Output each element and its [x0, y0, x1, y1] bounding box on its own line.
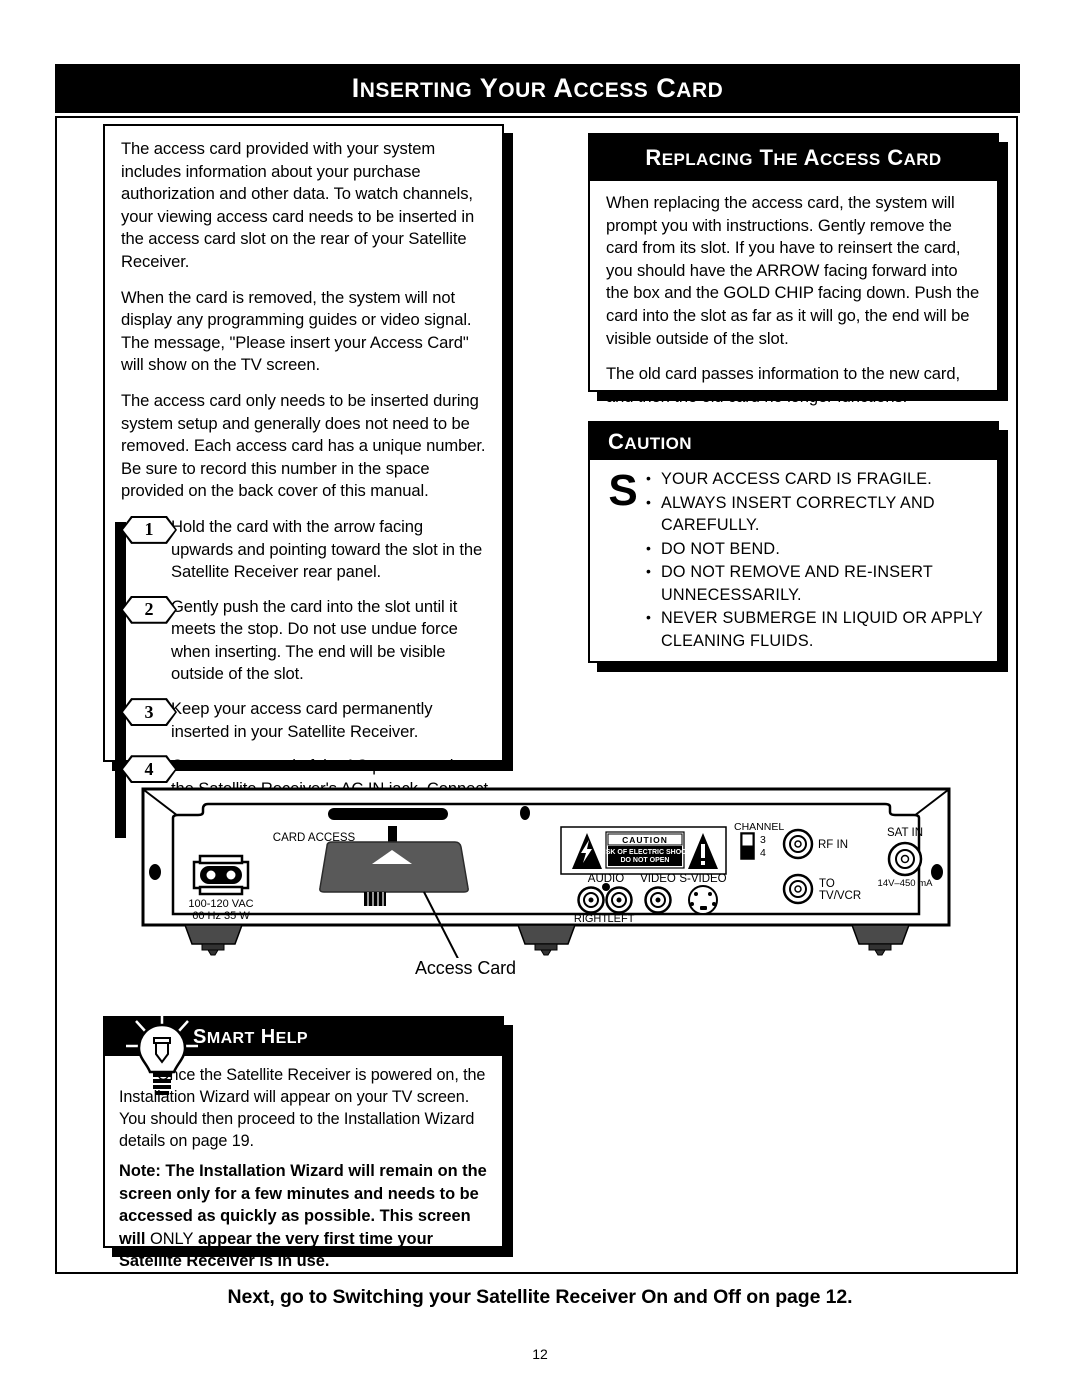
s-video-label: S-VIDEO	[679, 873, 726, 885]
right-label: RIGHT	[574, 913, 609, 925]
replacing-body: When replacing the access card, the syst…	[590, 181, 997, 427]
receiver-rear-panel-diagram: 100-120 VAC 60 Hz 35 W CARD ACCESS CAUTI…	[141, 787, 951, 958]
step-number: 4	[123, 757, 175, 782]
step-text: Keep your access card permanently insert…	[171, 699, 433, 741]
step-number: 3	[123, 700, 175, 725]
replacing-paragraph-1: When replacing the access card, the syst…	[606, 193, 980, 348]
step-text: Gently push the card into the slot until…	[171, 596, 458, 684]
left-content-box: The access card provided with your syste…	[103, 124, 504, 843]
caution-symbol-icon: S	[608, 466, 638, 515]
receiver-foot-icon	[516, 924, 577, 956]
to-tv-vcr-line2: TV/VCR	[819, 890, 861, 902]
audio-right-jack	[577, 886, 605, 914]
intro-paragraph-3: The access card only needs to be inserte…	[121, 390, 486, 501]
receiver-caution-line2: DO NOT OPEN	[620, 857, 669, 864]
receiver-caution-line1: RISK OF ELECTRIC SHOCK	[599, 849, 692, 856]
power-rating-line1: 100-120 VAC	[188, 898, 253, 910]
caution-item: DO NOT BEND.	[646, 537, 987, 561]
receiver-foot-icon	[850, 924, 911, 956]
s-video-jack	[688, 885, 718, 915]
caution-heading: CAUTION	[608, 428, 692, 454]
footer-next-step-note: Next, go to Switching your Satellite Rec…	[227, 1286, 853, 1308]
caution-item: ALWAYS INSERT CORRECTLY AND CAREFULLY.	[646, 491, 987, 537]
caution-item: DO NOT REMOVE AND RE-INSERT UNNECESSARIL…	[646, 560, 987, 606]
sat-in-rating: 14V–450 mA	[878, 878, 934, 889]
page-title-banner: INSERTING YOUR ACCESS CARD	[55, 64, 1020, 113]
channel-option-4: 4	[760, 847, 766, 859]
intro-paragraph-2: When the card is removed, the system wil…	[121, 287, 472, 375]
rf-in-label: RF IN	[818, 839, 848, 851]
intro-paragraph-1: The access card provided with your syste…	[121, 139, 475, 271]
smart-help-box: SMART HELP Once the Satellite Receiver i…	[103, 1012, 504, 1270]
caution-item: YOUR ACCESS CARD IS FRAGILE.	[646, 467, 987, 491]
smart-help-heading: SMART HELP	[193, 1025, 308, 1048]
step-item: 2 Gently push the card into the slot unt…	[121, 595, 488, 686]
channel-option-3: 3	[760, 834, 766, 846]
video-label: VIDEO	[640, 873, 676, 885]
access-card-graphic	[319, 841, 469, 893]
access-card-callout-label: Access Card	[415, 958, 516, 978]
lightbulb-icon	[126, 1012, 198, 1095]
audio-indicator-dot-icon	[602, 883, 610, 891]
video-jack	[644, 886, 672, 914]
caution-warning-label: CAUTION RISK OF ELECTRIC SHOCK DO NOT OP…	[560, 826, 727, 875]
smart-help-note-only: ONLY	[149, 1229, 194, 1248]
mount-hole-left-icon	[149, 864, 161, 880]
replacing-paragraph-2: The old card passes information to the n…	[606, 364, 960, 406]
step-number-diamond-icon: 2	[121, 595, 177, 624]
to-tv-vcr-line1: TO	[819, 878, 835, 890]
caution-heading-banner: CAUTION	[590, 423, 997, 460]
replacing-heading-banner: REPLACING THE ACCESS CARD	[590, 135, 997, 181]
replacing-access-card-box: REPLACING THE ACCESS CARD When replacing…	[588, 133, 999, 406]
step-text: Hold the card with the arrow facing upwa…	[171, 516, 483, 582]
sat-in-label: SAT IN	[887, 827, 923, 839]
step-number-diamond-icon: 4	[121, 755, 177, 784]
mount-hole-right-icon	[931, 864, 943, 880]
vent-slot-icon	[328, 808, 448, 820]
step-number: 1	[123, 517, 175, 542]
audio-left-jack	[605, 886, 633, 914]
caution-body: S YOUR ACCESS CARD IS FRAGILE. ALWAYS IN…	[590, 460, 997, 661]
caution-item: NEVER SUBMERGE IN LIQUID OR APPLY CLEANI…	[646, 606, 987, 652]
replacing-heading: REPLACING THE ACCESS CARD	[645, 145, 942, 170]
receiver-foot-icon	[183, 924, 244, 956]
ac-power-inlet-icon	[192, 854, 250, 896]
smart-help-note: Note: The Installation Wizard will remai…	[119, 1160, 490, 1273]
page-number: 12	[532, 1346, 548, 1362]
step-item: 1 Hold the card with the arrow facing up…	[121, 515, 488, 584]
step-item: 3 Keep your access card permanently inse…	[121, 698, 488, 743]
page-title: INSERTING YOUR ACCESS CARD	[351, 73, 724, 103]
power-rating-line2: 60 Hz 35 W	[192, 910, 250, 922]
step-number-diamond-icon: 1	[121, 515, 177, 544]
channel-label: CHANNEL	[734, 821, 784, 833]
caution-box: CAUTION S YOUR ACCESS CARD IS FRAGILE. A…	[588, 421, 999, 663]
screw-hole-icon	[520, 806, 530, 820]
left-label: LEFT	[608, 913, 635, 925]
caution-item-list: YOUR ACCESS CARD IS FRAGILE. ALWAYS INSE…	[646, 467, 987, 653]
receiver-caution-title: CAUTION	[622, 835, 668, 845]
step-number: 2	[123, 597, 175, 622]
step-number-diamond-icon: 3	[121, 698, 177, 727]
